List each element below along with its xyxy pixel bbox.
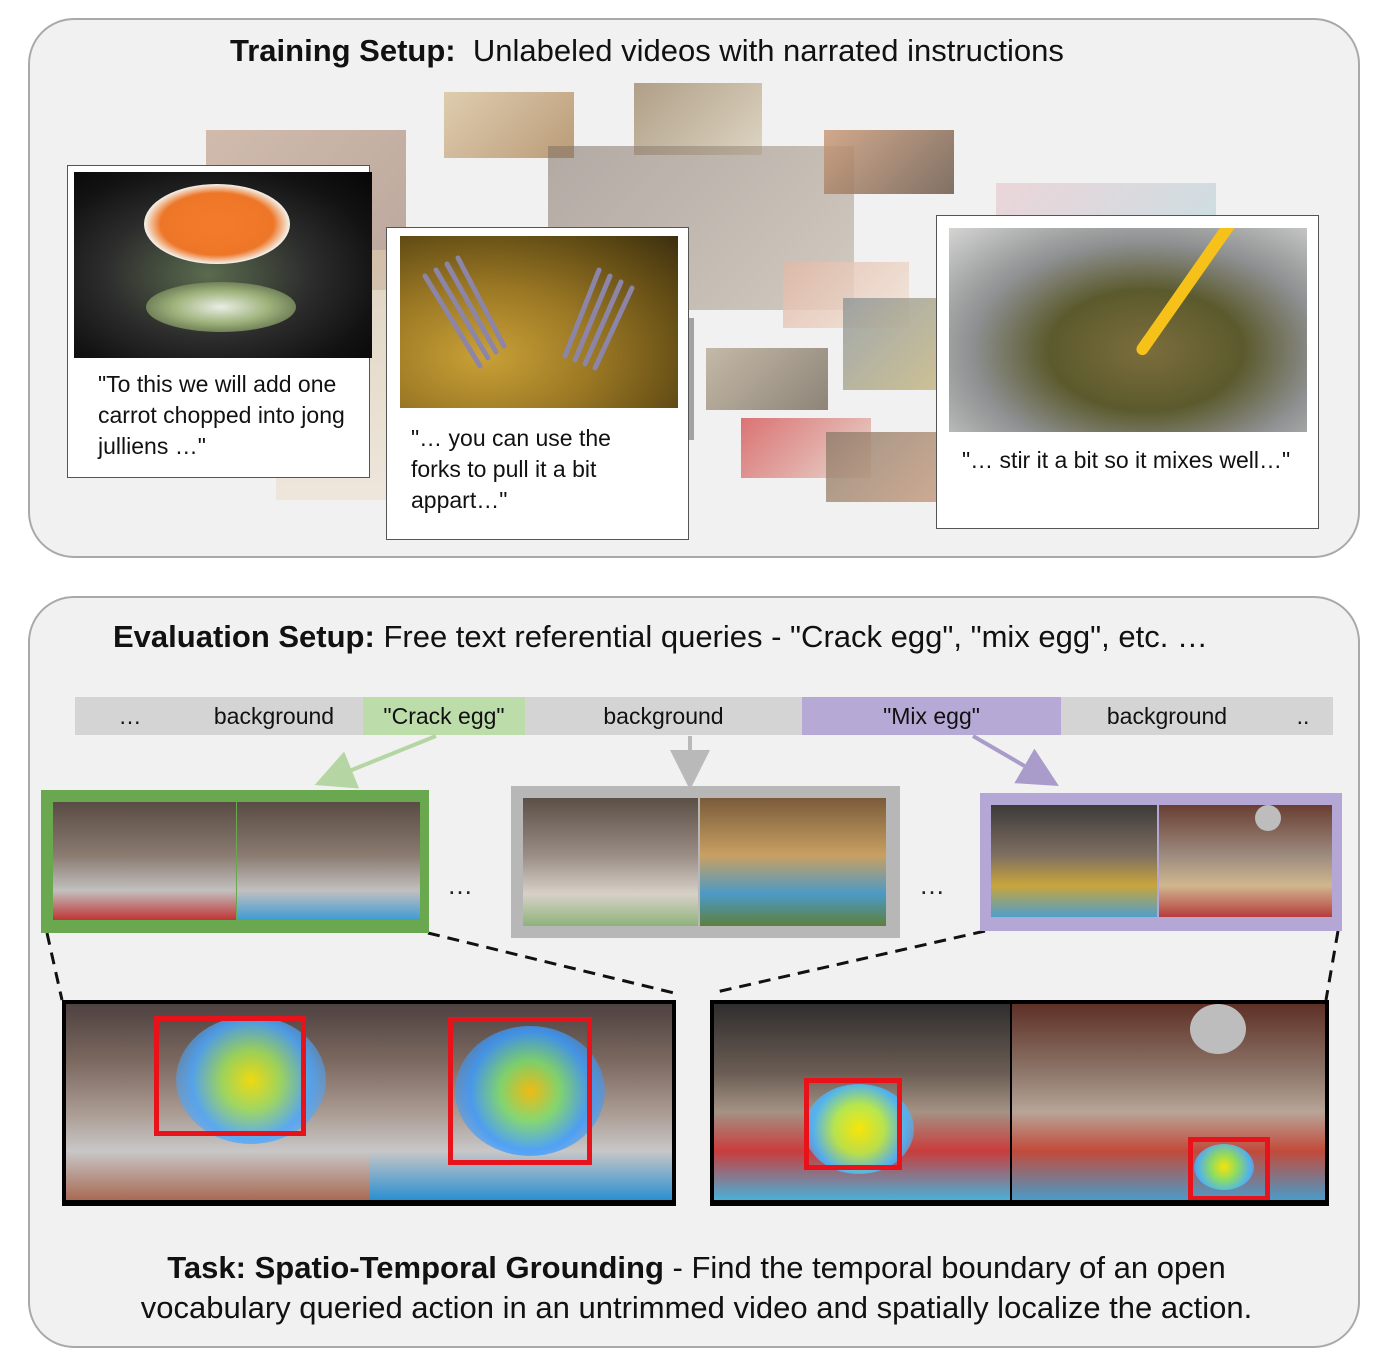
video-frame	[714, 1004, 1010, 1200]
video-frame	[370, 1004, 672, 1200]
face-mask	[1190, 1004, 1246, 1054]
narration-card: "To this we will add one carrot chopped …	[67, 165, 372, 478]
training-setup-text: Unlabeled videos with narrated instructi…	[472, 33, 1064, 68]
zoom-mix-egg	[710, 1000, 1329, 1206]
video-frame	[1012, 1004, 1325, 1200]
timeline-label: background	[603, 703, 724, 729]
timeline-label: background	[1106, 703, 1228, 729]
face-mask	[1255, 805, 1281, 831]
evaluation-setup-text: Free text referential queries - "Crack e…	[383, 619, 1208, 654]
evaluation-setup-label: Evaluation Setup:	[113, 619, 375, 654]
clip-crack-egg	[41, 790, 429, 933]
narration-card: "… stir it a bit so it mixes well…"	[936, 215, 1319, 529]
narration-card: "… you can use the forks to pull it a bi…	[386, 227, 689, 540]
timeline-segment-background: background	[525, 697, 802, 735]
timeline-segment-mix-egg: "Mix egg"	[802, 697, 1061, 735]
task-description: Task: Spatio-Temporal Grounding - Find t…	[0, 1248, 1393, 1328]
video-thumbnail	[826, 432, 946, 502]
video-thumbnail	[634, 83, 762, 155]
video-thumbnail	[824, 130, 954, 194]
zoom-crack-egg	[62, 1000, 676, 1206]
timeline-segment-ellipsis: ..	[1273, 697, 1333, 735]
video-thumbnail	[706, 348, 828, 410]
timeline-segment-background: background	[1061, 697, 1273, 735]
video-frame	[237, 802, 420, 920]
timeline-label: …	[118, 703, 142, 729]
narration-quote: "… you can use the forks to pull it a bi…	[411, 425, 611, 513]
timeline-label: "Crack egg"	[383, 703, 505, 729]
stir-spoon	[1134, 228, 1242, 358]
clip-background	[511, 786, 900, 938]
narration-quote: "… stir it a bit so it mixes well…"	[962, 447, 1291, 473]
detection-bbox	[448, 1017, 592, 1165]
video-frame	[949, 228, 1307, 432]
video-frame	[991, 805, 1157, 917]
timeline-label: background	[213, 703, 335, 729]
video-timeline: … background "Crack egg" background "Mix…	[75, 697, 1333, 735]
ellipsis: …	[919, 870, 945, 900]
ellipsis: …	[447, 870, 473, 900]
detection-bbox	[1188, 1137, 1270, 1200]
evaluation-setup-title: Evaluation Setup: Free text referential …	[113, 619, 1208, 655]
timeline-label: "Mix egg"	[883, 703, 980, 729]
clip-mix-egg	[980, 793, 1342, 931]
task-label: Task: Spatio-Temporal Grounding	[167, 1250, 664, 1285]
training-setup-title: Training Setup: Unlabeled videos with na…	[230, 33, 1064, 69]
video-thumbnail	[843, 298, 948, 390]
timeline-label: ..	[1296, 703, 1310, 729]
video-frame	[523, 798, 698, 926]
detection-bbox	[804, 1078, 902, 1170]
video-frame	[66, 1004, 370, 1200]
video-frame	[400, 236, 678, 408]
timeline-segment-background: background	[185, 697, 363, 735]
timeline-segment-crack-egg: "Crack egg"	[363, 697, 525, 735]
fork-icon	[422, 255, 635, 371]
timeline-segment-ellipsis: …	[75, 697, 185, 735]
cabbage	[146, 282, 296, 332]
video-frame	[1159, 805, 1332, 917]
training-setup-label: Training Setup:	[230, 33, 456, 68]
detection-bbox	[154, 1016, 306, 1136]
narration-quote: "To this we will add one carrot chopped …	[98, 371, 345, 459]
video-frame	[700, 798, 886, 926]
video-frame	[74, 172, 372, 358]
carrot-plate	[144, 184, 290, 264]
video-frame	[53, 802, 236, 920]
